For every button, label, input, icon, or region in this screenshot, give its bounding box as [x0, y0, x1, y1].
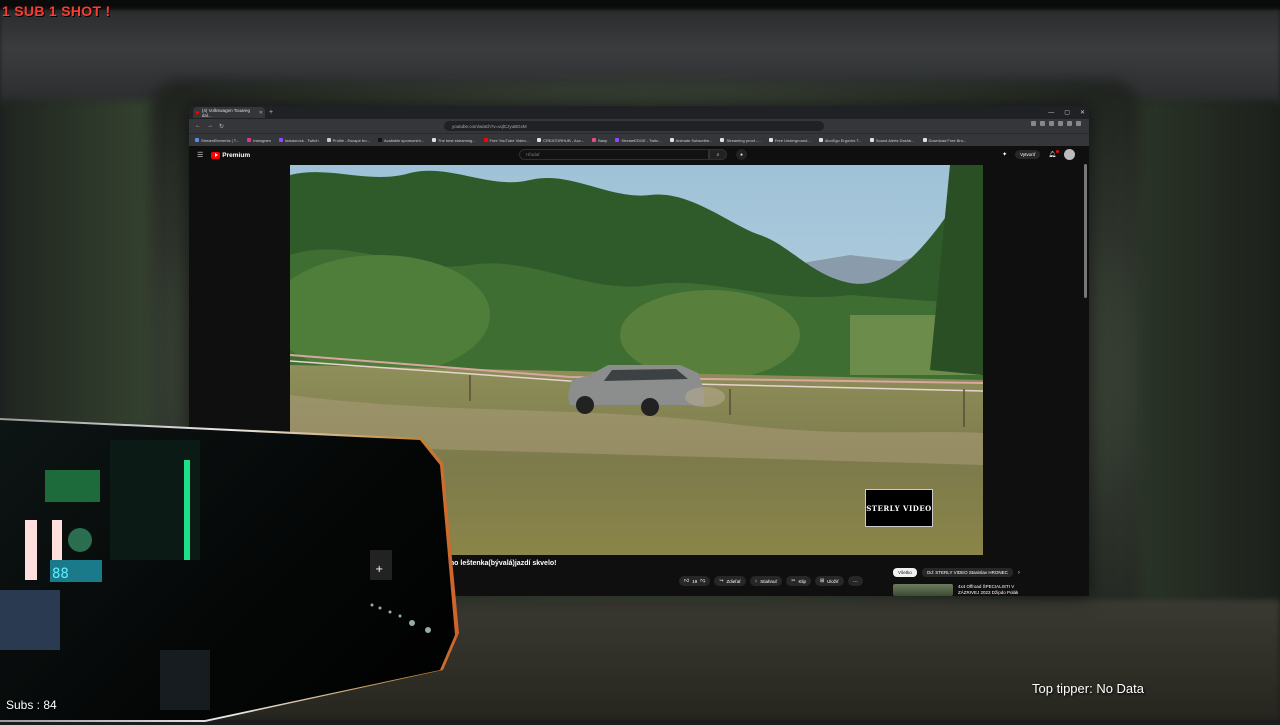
bookmark-icon: ⊞	[819, 578, 825, 584]
video-watermark: STERLY VIDEO	[865, 489, 933, 527]
bookmark[interactable]: CREATORHUB - Acc...	[537, 138, 584, 143]
browser-tab[interactable]: ▶ (4) Volkswagen Touareg dal... ✕	[193, 107, 265, 118]
extension-icons	[1031, 121, 1081, 126]
page-scrollbar[interactable]	[1084, 164, 1087, 298]
recommended-video[interactable]: 4x4 Offroad ŠPECIALISTI V ZÁZRIVEJ 2023 …	[893, 584, 1028, 596]
address-bar: ← → ↻ youtube.com/watch?v=vqlCzyuBGxM	[189, 119, 1089, 133]
extension-icon[interactable]	[1067, 121, 1072, 126]
clip-label: Klip	[798, 578, 806, 584]
clip-button[interactable]: ✂ Klip	[786, 576, 811, 586]
recommended-video-title: 4x4 Offroad ŠPECIALISTI V ZÁZRIVEJ 2023 …	[958, 584, 1019, 595]
new-tab-icon[interactable]: +	[269, 109, 273, 116]
extension-icon[interactable]	[1031, 121, 1036, 126]
bookmarks-bar: StreamElements | T... Instagram twisdoro…	[189, 133, 1089, 146]
chip-all[interactable]: Všetko	[893, 568, 917, 577]
menu-icon[interactable]	[1076, 121, 1081, 126]
youtube-favicon-icon: ▶	[196, 109, 200, 116]
forward-icon[interactable]: →	[207, 123, 213, 130]
youtube-logo[interactable]: Premium	[211, 151, 251, 159]
youtube-logo-text: Premium	[222, 151, 251, 159]
svg-text:+: +	[375, 564, 383, 575]
search-icon: ⌕	[716, 151, 720, 158]
bookmark[interactable]: twisdorock - Twitch	[279, 138, 319, 143]
url-text: youtube.com/watch?v=vqlCzyuBGxM	[452, 123, 527, 129]
bookmark[interactable]: The best streaming...	[432, 138, 476, 143]
extension-icon[interactable]	[1040, 121, 1045, 126]
cast-icon[interactable]: ✦	[1002, 151, 1007, 158]
save-button[interactable]: ⊞ Uložiť	[814, 576, 844, 586]
webcam-scene: 88 +	[0, 440, 431, 710]
like-button[interactable]: 👍︎ 19 👎︎	[679, 576, 711, 586]
download-button[interactable]: ↓ Stiahnuť	[749, 576, 783, 586]
search-button[interactable]: ⌕	[709, 149, 727, 160]
thumbs-down-icon[interactable]: 👎︎	[700, 578, 705, 584]
bookmark[interactable]: StreamEDGE - Twitc...	[615, 138, 661, 143]
bookmark[interactable]: Free YouTube Video...	[484, 138, 530, 143]
maximize-icon[interactable]: ▢	[1064, 109, 1070, 116]
youtube-play-icon	[211, 151, 221, 159]
browser-titlebar: ▶ (4) Volkswagen Touareg dal... ✕ + — ▢ …	[189, 106, 1089, 119]
search-input[interactable]: Hľadať	[519, 149, 709, 160]
bookmark[interactable]: Free Underground...	[769, 138, 811, 143]
notifications-bell-icon[interactable]: 🔔︎	[1048, 150, 1059, 158]
share-label: Zdieľať	[726, 578, 741, 584]
share-button[interactable]: ↪ Zdieľať	[714, 576, 746, 586]
bookmark[interactable]: Profile - Escape fro...	[327, 138, 370, 143]
create-button[interactable]: Vytvoriť	[1015, 150, 1041, 159]
download-icon: ↓	[754, 578, 758, 584]
webcam-overlay: 88 +	[0, 420, 455, 720]
back-icon[interactable]: ←	[195, 123, 201, 130]
video-actions: 👍︎ 19 👎︎ ↪ Zdieľať ↓ Stiahnuť ✂ Klip ⊞ U…	[679, 576, 863, 586]
bookmark[interactable]: Banp	[592, 138, 607, 143]
bookmark[interactable]: Download Free Bro...	[923, 138, 967, 143]
avatar[interactable]	[1064, 149, 1075, 160]
more-actions-button[interactable]: …	[847, 576, 863, 586]
download-label: Stiahnuť	[760, 578, 778, 584]
extension-icon[interactable]	[1058, 121, 1063, 126]
bookmark[interactable]: Animate Subscribe...	[670, 138, 713, 143]
reload-icon[interactable]: ↻	[219, 123, 224, 130]
bookmark[interactable]: Instagram	[247, 138, 271, 143]
bookmark[interactable]: StreamElements | T...	[195, 138, 239, 143]
bookmark[interactable]: Streaming proof -...	[720, 138, 760, 143]
tab-title: (4) Volkswagen Touareg dal...	[201, 107, 251, 118]
subs-counter: Subs : 84	[6, 698, 57, 712]
svg-text:88: 88	[52, 566, 69, 582]
close-tab-icon[interactable]: ✕	[259, 110, 263, 116]
hamburger-menu-icon[interactable]: ☰	[197, 151, 203, 159]
chevron-right-icon[interactable]: ›	[1018, 570, 1020, 576]
bookmark[interactable]: Sound Alerts Dashb...	[870, 138, 915, 143]
save-label: Uložiť	[827, 578, 839, 584]
stream-overlay-title: 1 SUB 1 SHOT !	[2, 3, 111, 19]
top-bar	[0, 0, 1280, 10]
minimize-icon[interactable]: —	[1048, 110, 1054, 116]
scissors-icon: ✂	[791, 578, 796, 584]
bookmark[interactable]: Available sponsorshi...	[378, 138, 424, 143]
bookmark[interactable]: AlcoEgo Ergovirs T...	[819, 138, 862, 143]
youtube-header: ☰ Premium Hľadať ⌕ ● ✦ Vytvoriť 🔔︎	[189, 146, 1089, 164]
video-title: ého leštenka(bývalá)jazdí skvelo!	[446, 560, 557, 567]
extension-icon[interactable]	[1049, 121, 1054, 126]
recommendation-chips: Všetko Od: STERLY VIDEO Stanislav HRONEC…	[893, 568, 1020, 577]
url-input[interactable]: youtube.com/watch?v=vqlCzyuBGxM	[444, 121, 824, 131]
chip-channel[interactable]: Od: STERLY VIDEO Stanislav HRONEC	[921, 568, 1013, 577]
close-window-icon[interactable]: ✕	[1080, 109, 1085, 116]
share-icon: ↪	[719, 578, 724, 584]
video-thumbnail	[893, 584, 953, 596]
more-icon: …	[852, 578, 858, 584]
top-tipper-label: Top tipper: No Data	[1032, 681, 1145, 696]
search-placeholder: Hľadať	[526, 152, 540, 157]
window-controls: — ▢ ✕	[1048, 106, 1085, 119]
like-count: 19	[692, 578, 698, 584]
thumbs-up-icon: 👍︎	[684, 578, 690, 584]
microphone-icon[interactable]: ●	[736, 149, 747, 160]
